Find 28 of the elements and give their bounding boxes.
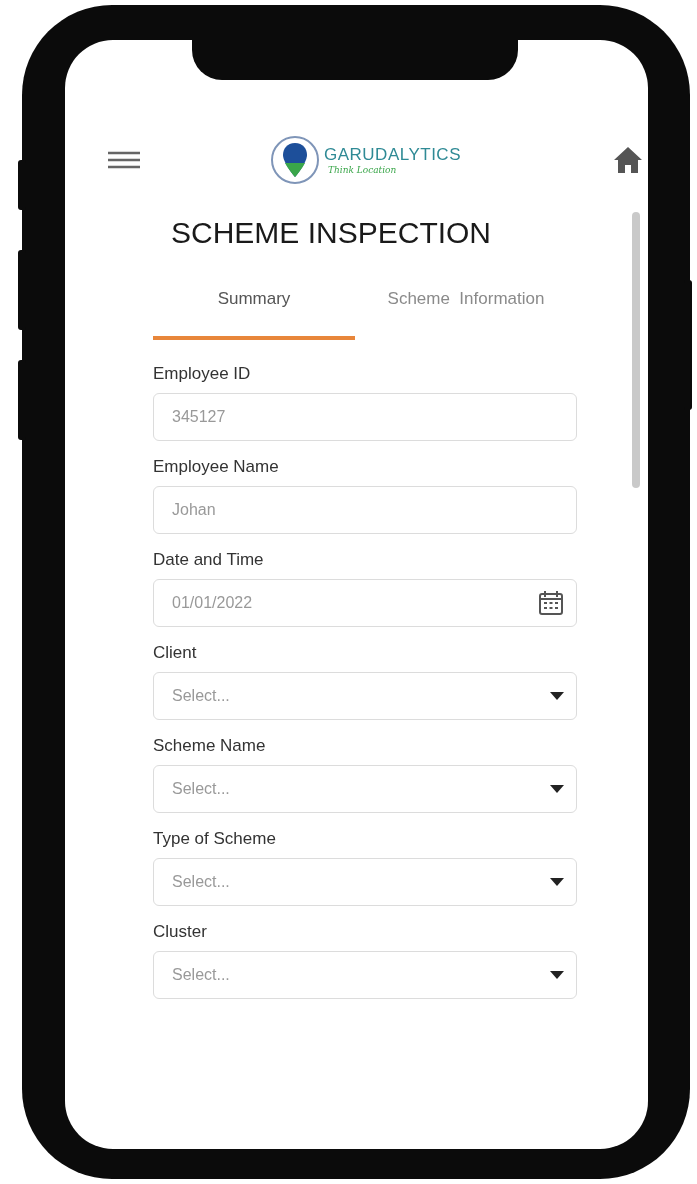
- select-dropdown[interactable]: Select...: [153, 672, 577, 720]
- select-dropdown[interactable]: Select...: [153, 858, 577, 906]
- field-label: Employee Name: [153, 457, 280, 477]
- field-label: Employee ID: [153, 364, 252, 384]
- calendar-icon[interactable]: [538, 590, 564, 616]
- field-label: Date and Time: [153, 550, 265, 570]
- logo-icon: [270, 135, 320, 185]
- home-icon[interactable]: [613, 146, 643, 174]
- field-label: Type of Scheme: [153, 829, 277, 849]
- tab[interactable]: Summary: [153, 276, 355, 340]
- input-field[interactable]: 345127: [153, 393, 577, 441]
- caret-icon: [550, 878, 564, 886]
- select-dropdown[interactable]: Select...: [153, 765, 577, 813]
- select-dropdown[interactable]: Select...: [153, 951, 577, 999]
- caret-icon: [550, 971, 564, 979]
- input-field[interactable]: Johan: [153, 486, 577, 534]
- logo-wordmark: GARUDALYTICS: [324, 145, 461, 165]
- tab[interactable]: Scheme Information: [355, 276, 577, 340]
- field-label: Scheme Name: [153, 736, 267, 756]
- caret-icon: [550, 692, 564, 700]
- field-label: Client: [153, 643, 198, 663]
- date-field[interactable]: 01/01/2022: [153, 579, 577, 627]
- logo-tagline: Think Location: [328, 165, 398, 175]
- page-title: SCHEME INSPECTION: [171, 216, 493, 250]
- scrollbar[interactable]: [632, 212, 640, 488]
- field-label: Cluster: [153, 922, 208, 942]
- menu-icon[interactable]: [108, 151, 140, 169]
- caret-icon: [550, 785, 564, 793]
